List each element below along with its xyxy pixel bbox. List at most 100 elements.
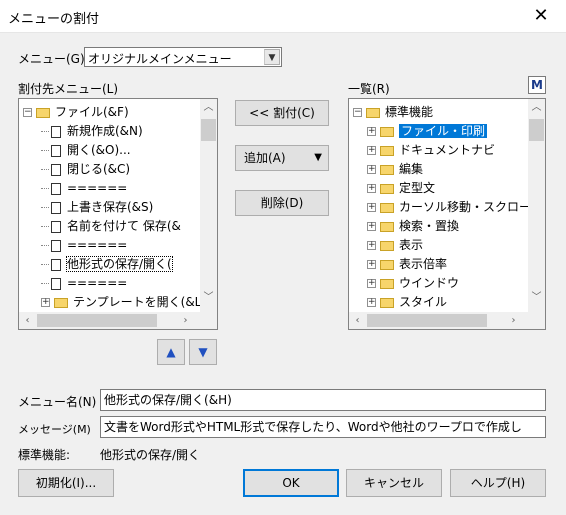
folder-icon bbox=[380, 145, 394, 156]
document-icon bbox=[51, 201, 61, 214]
document-icon bbox=[51, 239, 61, 252]
scroll-down-icon[interactable]: ﹀ bbox=[200, 289, 217, 306]
tree-root-standard[interactable]: − 標準機能 bbox=[353, 103, 433, 122]
right-horizontal-scrollbar[interactable]: ‹ › bbox=[349, 312, 545, 329]
chevron-down-icon: ▼ bbox=[314, 152, 322, 163]
folder-icon bbox=[380, 259, 394, 270]
folder-icon bbox=[380, 126, 394, 137]
list-item[interactable]: + 表示 bbox=[367, 236, 423, 255]
list-item[interactable]: ====== bbox=[41, 236, 127, 255]
document-icon bbox=[51, 144, 61, 157]
list-item[interactable]: 新規作成(&N) bbox=[41, 122, 143, 141]
list-item[interactable]: 名前を付けて 保存(& bbox=[41, 217, 181, 236]
document-icon bbox=[51, 163, 61, 176]
m-button[interactable]: M bbox=[528, 76, 546, 94]
ok-button[interactable]: OK bbox=[243, 469, 339, 497]
list-item[interactable]: + スタイル bbox=[367, 293, 447, 312]
menu-name-label: メニュー名(N) bbox=[18, 395, 97, 409]
message-field[interactable]: 文書をWord形式やHTML形式で保存したり、Wordや他社のワープロで作成し bbox=[100, 416, 546, 438]
scroll-thumb[interactable] bbox=[201, 119, 216, 141]
folder-icon bbox=[380, 202, 394, 213]
document-icon bbox=[51, 277, 61, 290]
scroll-left-icon[interactable]: ‹ bbox=[349, 312, 366, 329]
folder-open-icon bbox=[366, 107, 380, 118]
expand-icon[interactable]: + bbox=[41, 298, 50, 307]
standard-function-value: 他形式の保存/開く bbox=[100, 448, 201, 462]
list-item[interactable]: + 定型文 bbox=[367, 179, 435, 198]
list-item[interactable]: + カーソル移動・スクロー bbox=[367, 198, 531, 217]
document-icon bbox=[51, 182, 61, 195]
scroll-thumb[interactable] bbox=[529, 119, 544, 141]
list-item[interactable]: 閉じる(&C) bbox=[41, 160, 130, 179]
left-horizontal-scrollbar[interactable]: ‹ › bbox=[19, 312, 217, 329]
folder-icon bbox=[380, 183, 394, 194]
menu-select[interactable]: オリジナルメインメニュー ▼ bbox=[84, 47, 282, 67]
menu-name-field[interactable]: 他形式の保存/開く(&H) bbox=[100, 389, 546, 411]
standard-function-label: 標準機能: bbox=[18, 448, 71, 462]
expand-icon[interactable]: + bbox=[367, 260, 376, 269]
folder-open-icon bbox=[36, 107, 50, 118]
message-label: メッセージ(M) bbox=[18, 423, 91, 436]
move-down-button[interactable]: ▼ bbox=[189, 339, 217, 365]
close-button[interactable]: ✕ bbox=[526, 2, 556, 30]
folder-icon bbox=[380, 278, 394, 289]
right-vertical-scrollbar[interactable]: ︿ ﹀ bbox=[528, 99, 545, 312]
chevron-down-icon[interactable]: ▼ bbox=[264, 49, 280, 65]
folder-icon bbox=[380, 240, 394, 251]
expand-icon[interactable]: + bbox=[367, 165, 376, 174]
expand-icon[interactable]: + bbox=[367, 146, 376, 155]
window-title: メニューの割付 bbox=[8, 12, 100, 27]
scroll-down-icon[interactable]: ﹀ bbox=[528, 289, 545, 306]
left-panel-label: 割付先メニュー(L) bbox=[18, 82, 119, 96]
folder-icon bbox=[54, 297, 68, 308]
expand-icon[interactable]: + bbox=[367, 203, 376, 212]
right-function-tree[interactable]: − 標準機能 + ファイル・印刷 + ドキュメントナビ + 編集 + 定型文 + カーソル移… bbox=[348, 98, 546, 330]
add-button[interactable]: 追加(A) ▼ bbox=[235, 145, 329, 171]
delete-button[interactable]: 削除(D) bbox=[235, 190, 329, 216]
list-item[interactable]: + テンプレートを開く(&L bbox=[41, 293, 201, 312]
list-item-selected[interactable]: 他形式の保存/開く( bbox=[41, 255, 173, 274]
document-icon bbox=[51, 125, 61, 138]
right-panel-label: 一覧(R) bbox=[348, 82, 390, 96]
folder-icon bbox=[380, 164, 394, 175]
scroll-thumb[interactable] bbox=[367, 314, 487, 327]
expand-icon[interactable]: + bbox=[367, 222, 376, 231]
scroll-thumb[interactable] bbox=[37, 314, 157, 327]
collapse-icon[interactable]: − bbox=[353, 108, 362, 117]
list-item[interactable]: + 表示倍率 bbox=[367, 255, 447, 274]
help-button[interactable]: ヘルプ(H) bbox=[450, 469, 546, 497]
tree-root-file[interactable]: − ファイル(&F) bbox=[23, 103, 129, 122]
scroll-left-icon[interactable]: ‹ bbox=[19, 312, 36, 329]
left-vertical-scrollbar[interactable]: ︿ ﹀ bbox=[200, 99, 217, 312]
list-item[interactable]: + 検索・置換 bbox=[367, 217, 459, 236]
cancel-button[interactable]: キャンセル bbox=[346, 469, 442, 497]
list-item-selected[interactable]: + ファイル・印刷 bbox=[367, 122, 488, 141]
list-item[interactable]: + 編集 bbox=[367, 160, 423, 179]
expand-icon[interactable]: + bbox=[367, 127, 376, 136]
list-item[interactable]: + ドキュメントナビ bbox=[367, 141, 495, 160]
folder-icon bbox=[380, 221, 394, 232]
scroll-right-icon[interactable]: › bbox=[177, 312, 194, 329]
expand-icon[interactable]: + bbox=[367, 279, 376, 288]
expand-icon[interactable]: + bbox=[367, 241, 376, 250]
expand-icon[interactable]: + bbox=[367, 298, 376, 307]
scroll-right-icon[interactable]: › bbox=[505, 312, 522, 329]
document-icon bbox=[51, 220, 61, 233]
move-up-button[interactable]: ▲ bbox=[157, 339, 185, 365]
collapse-icon[interactable]: − bbox=[23, 108, 32, 117]
list-item[interactable]: + ウインドウ bbox=[367, 274, 459, 293]
scroll-up-icon[interactable]: ︿ bbox=[528, 99, 545, 116]
scroll-up-icon[interactable]: ︿ bbox=[200, 99, 217, 116]
left-menu-tree[interactable]: − ファイル(&F) 新規作成(&N) 開く(&O)... 閉じる(&C) ===… bbox=[18, 98, 218, 330]
list-item[interactable]: 上書き保存(&S) bbox=[41, 198, 153, 217]
list-item[interactable]: ====== bbox=[41, 274, 127, 293]
menu-select-value: オリジナルメインメニュー bbox=[88, 52, 232, 66]
list-item[interactable]: 開く(&O)... bbox=[41, 141, 131, 160]
folder-icon bbox=[380, 297, 394, 308]
list-item[interactable]: ====== bbox=[41, 179, 127, 198]
document-icon bbox=[51, 258, 61, 271]
initialize-button[interactable]: 初期化(I)... bbox=[18, 469, 114, 497]
menu-select-label: メニュー(G) bbox=[18, 52, 85, 66]
assign-button[interactable]: << 割付(C) bbox=[235, 100, 329, 126]
expand-icon[interactable]: + bbox=[367, 184, 376, 193]
